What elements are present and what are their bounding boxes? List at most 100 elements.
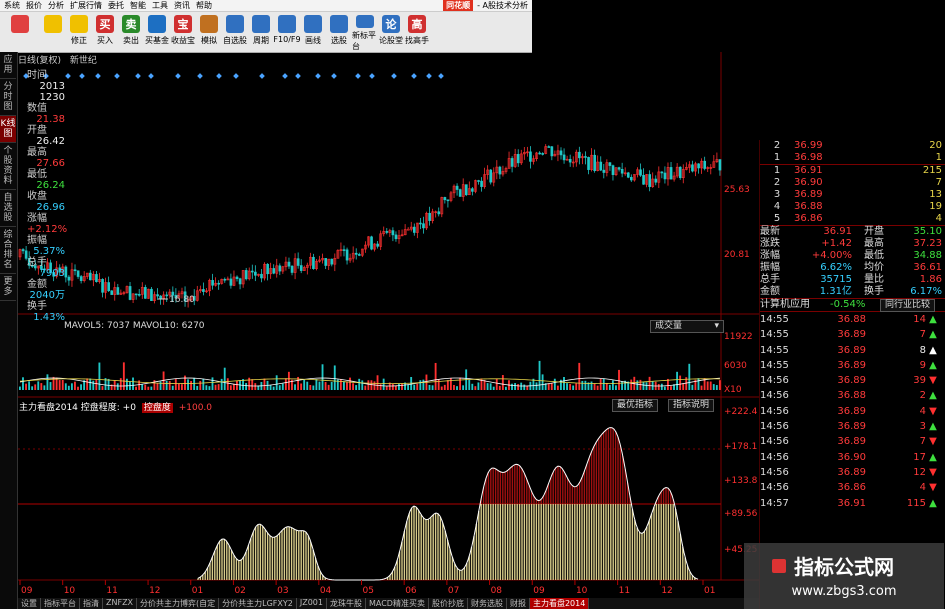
left-tab[interactable]: 分时图 (0, 79, 16, 116)
candle (477, 180, 480, 182)
menu-item[interactable]: 帮助 (196, 0, 212, 11)
tick-time: 14:55 (760, 314, 789, 325)
indicator-tab[interactable]: 指标平台 (41, 598, 80, 609)
candle (559, 150, 563, 156)
left-tab[interactable]: 综合排名 (0, 227, 16, 274)
volume-bar (373, 381, 376, 390)
left-tab[interactable]: 更多 (0, 274, 16, 301)
left-tab[interactable]: K线图 (0, 116, 16, 143)
volume-bar (346, 382, 348, 390)
best-indicator-button[interactable]: 最优指标 (612, 399, 659, 412)
menu-item[interactable]: 报价 (26, 0, 42, 11)
indicator-help-button[interactable]: 指标说明 (668, 399, 715, 412)
left-tab[interactable]: 应用 (0, 52, 16, 79)
order-level: 1 (773, 152, 781, 163)
order-volume: 215 (922, 165, 942, 176)
indicator-tab[interactable]: 指清 (80, 598, 103, 609)
sector-change: -0.54% (830, 299, 866, 310)
signal-diamond (411, 73, 417, 79)
tick-row: 14:55 36.89 8 ▲ (760, 343, 945, 358)
menu-item[interactable]: 资讯 (174, 0, 190, 11)
toolbar-button[interactable]: 修正 (66, 12, 92, 52)
toolbar-button[interactable]: 宝收益宝 (170, 12, 196, 52)
toolbar-button-label: 论股堂 (379, 36, 403, 45)
tick-time: 14:57 (760, 497, 789, 509)
volume-bar (321, 364, 324, 390)
menu-item[interactable]: 智能 (130, 0, 146, 11)
data-panel-value: 26.24 (36, 180, 65, 191)
data-panel-value: 26.96 (36, 202, 65, 213)
toolbar-button[interactable]: 买基金 (144, 12, 170, 52)
menu-item[interactable]: 分析 (48, 0, 64, 11)
menu-item[interactable]: 扩展行情 (70, 0, 102, 11)
volume-bar (171, 385, 174, 390)
indicator-tab[interactable]: JZ001 (297, 598, 327, 609)
toolbar-button[interactable]: 自选股 (222, 12, 248, 52)
indicator-tab[interactable]: 财务选股 (468, 598, 507, 609)
candle (617, 167, 621, 170)
volume-bar (511, 383, 513, 390)
stat-label: 最低 (864, 250, 884, 261)
x-axis-label: 02 (234, 586, 245, 596)
stat-label: 最新 (760, 226, 780, 237)
toolbar-button[interactable] (0, 12, 40, 52)
indicator-tab[interactable]: 设置 (18, 598, 41, 609)
volume-bar (355, 385, 358, 390)
candle (290, 265, 294, 273)
toolbar-button[interactable]: 周期 (248, 12, 274, 52)
indicator-tab[interactable]: 分价共主力博弈(自定 (137, 598, 220, 609)
left-tab[interactable]: 自选股 (0, 190, 16, 227)
candle (287, 261, 291, 267)
candle (223, 278, 227, 281)
sector-name: 计算机应用 (760, 299, 810, 310)
menu-item[interactable]: 委托 (108, 0, 124, 11)
toolbar-button[interactable]: 论论股堂 (378, 12, 404, 52)
buy-icon: 买 (96, 15, 114, 33)
indicator-tab[interactable]: MACD精准买卖 (366, 598, 429, 609)
indicator-tab[interactable]: 龙珠牛股 (327, 598, 366, 609)
app-subtitle: - A股技术分析 (477, 1, 528, 10)
sector-compare-button[interactable]: 同行业比较 (880, 299, 936, 312)
toolbar-button[interactable]: 模拟 (196, 12, 222, 52)
left-tab[interactable]: 个股资料 (0, 143, 16, 190)
candle (342, 249, 346, 251)
indicator-tab[interactable]: 财报 (507, 598, 530, 609)
toolbar-button[interactable]: F10/F9 (273, 12, 301, 52)
toolbar-button[interactable]: 买买入 (92, 12, 118, 52)
indicator-tab[interactable]: 主力看盘2014 (529, 598, 590, 609)
volume-bar (449, 378, 452, 390)
menu-item[interactable]: 工具 (152, 0, 168, 11)
toolbar-button[interactable]: 卖卖出 (118, 12, 144, 52)
indicator-tab[interactable]: ZNFZX (103, 598, 138, 609)
candle (110, 290, 114, 295)
indicator-tab[interactable]: 股价抄底 (429, 598, 468, 609)
candle (299, 265, 303, 271)
data-panel-label: 涨幅 (27, 213, 47, 224)
x-axis-label: 07 (448, 586, 459, 596)
quote-row: 最新 36.91 开盘 35.10 (760, 226, 945, 238)
volume-bar (306, 381, 309, 390)
menu-item[interactable]: 系统 (4, 0, 20, 11)
tick-row: 14:56 36.88 2 ▲ (760, 388, 945, 403)
toolbar-button[interactable]: 选股 (326, 12, 352, 52)
volume-bar (611, 380, 614, 390)
volume-selector-label: 成交量 (655, 321, 683, 331)
tick-list[interactable]: 14:55 36.88 14 ▲ 14:55 36.89 7 ▲ 14:55 36.89 8 ▲ 14:… (760, 312, 945, 511)
candle (156, 294, 159, 297)
quote-row: 总手 35715 量比 1.86 (760, 274, 945, 286)
toolbar-button-label: 画线 (305, 36, 321, 45)
indicator-tab[interactable]: 分价共主力LGFXY2 (219, 598, 297, 609)
volume-bar (431, 385, 434, 390)
toolbar-button[interactable] (40, 12, 66, 52)
toolbar-button[interactable]: 高找高手 (404, 12, 430, 52)
volume-bar (489, 383, 492, 390)
updown-icon (70, 15, 88, 33)
toolbar-button[interactable]: 新标平台 (352, 12, 378, 52)
stat-label: 最高 (864, 238, 884, 249)
volume-bar (621, 381, 623, 390)
volume-selector-button[interactable]: 成交量 ▾ (650, 320, 724, 333)
volume-bar (199, 380, 202, 390)
toolbar-button[interactable]: 画线 (300, 12, 326, 52)
candle (89, 272, 92, 281)
x-axis-label: 09 (21, 586, 33, 596)
